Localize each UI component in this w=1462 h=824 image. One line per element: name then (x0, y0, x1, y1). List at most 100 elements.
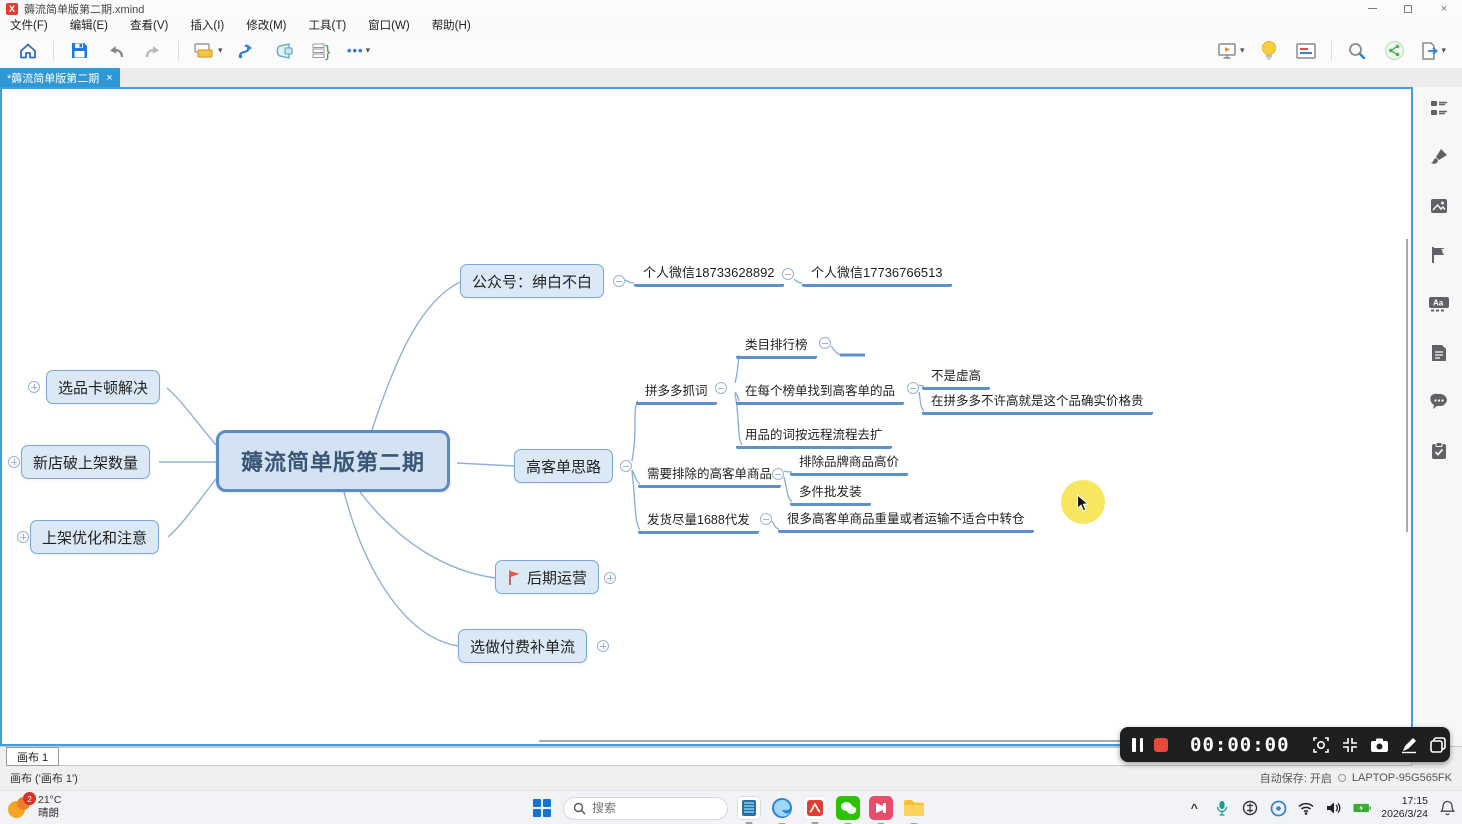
taskbar-search[interactable] (563, 797, 728, 820)
weather-widget[interactable]: 2 21°C 晴朗 (8, 794, 61, 820)
microphone-tray-icon[interactable] (1213, 799, 1231, 817)
redo-button[interactable] (141, 38, 165, 64)
tasks-panel-button[interactable] (1428, 440, 1450, 462)
collapse-toggle[interactable] (597, 640, 609, 652)
draw-button[interactable] (1400, 735, 1418, 755)
topic-left-2[interactable]: 新店破上架数量 (21, 445, 150, 479)
topic-1688-dropship[interactable]: 发货尽量1688代发 (638, 507, 759, 534)
topic-shape-button[interactable]: ▾ (192, 38, 223, 64)
menu-view[interactable]: 查看(V) (130, 17, 168, 33)
menu-file[interactable]: 文件(F) (10, 17, 48, 33)
volume-icon[interactable] (1325, 799, 1343, 817)
collapse-toggle[interactable] (715, 382, 727, 394)
ime-tray-icon[interactable] (1241, 799, 1259, 817)
menu-help[interactable]: 帮助(H) (432, 17, 471, 33)
wechat-icon[interactable] (836, 796, 860, 820)
topic-really-expensive[interactable]: 在拼多多不许高就是这个品确实价格贵 (922, 388, 1153, 415)
menu-insert[interactable]: 插入(I) (190, 17, 224, 33)
collapse-toggle[interactable] (782, 268, 794, 280)
collapse-toggle[interactable] (613, 275, 625, 287)
topic-left-3[interactable]: 上架优化和注意 (30, 520, 159, 554)
more-tools-button[interactable]: ••• ▾ (347, 38, 371, 64)
notes-app-icon[interactable] (737, 796, 761, 820)
tab-document[interactable]: *薅流简单版第二期 × (0, 68, 120, 87)
minimize-button[interactable] (1354, 0, 1390, 17)
topic-pdd-keywords[interactable]: 拼多多抓词 (636, 378, 717, 405)
collapse-toggle[interactable] (772, 468, 784, 480)
topic-bulk-pack[interactable]: 多件批发装 (790, 479, 871, 506)
search-input[interactable] (592, 801, 702, 815)
format-panel-button[interactable] (1428, 146, 1450, 168)
collapse-toggle[interactable] (907, 382, 919, 394)
video-app-icon[interactable] (869, 796, 893, 820)
timeline-panel-button[interactable] (1294, 38, 1318, 64)
search-button[interactable] (1345, 38, 1369, 64)
xmind-taskbar-icon[interactable] (803, 796, 827, 820)
topic-wechat-1[interactable]: 个人微信18733628892 (634, 260, 784, 287)
topic-exclude-brand[interactable]: 排除品牌商品高价 (790, 449, 908, 476)
collapse-toolbar-button[interactable] (1341, 735, 1359, 755)
menu-window[interactable]: 窗口(W) (368, 17, 410, 33)
comments-panel-button[interactable] (1428, 391, 1450, 413)
notification-bell-icon[interactable] (1438, 799, 1456, 817)
record-zoom-icon (1312, 736, 1330, 754)
notes-panel-button[interactable] (1428, 342, 1450, 364)
topic-not-inflated[interactable]: 不是虚高 (922, 363, 990, 390)
topic-wechat-account[interactable]: 公众号：绅白不白 (460, 264, 604, 298)
tab-close-icon[interactable]: × (106, 72, 112, 84)
file-explorer-icon[interactable] (902, 796, 926, 820)
presentation-button[interactable]: ▾ (1216, 38, 1245, 64)
export-button[interactable]: ▾ (1419, 38, 1446, 64)
topic-find-high-ticket[interactable]: 在每个榜单找到高客单的品 (736, 378, 904, 405)
collapse-toggle[interactable] (17, 531, 29, 543)
boundary-button[interactable] (273, 38, 297, 64)
topic-high-ticket[interactable]: 高客单思路 (514, 449, 613, 483)
zoom-record-button[interactable] (1312, 735, 1330, 755)
restore-button[interactable] (1390, 0, 1426, 17)
topic-later-operation[interactable]: 后期运营 (495, 560, 599, 594)
topic-paid-orders[interactable]: 选做付费补单流 (458, 629, 587, 663)
topic-exclude-products[interactable]: 需要排除的高客单商品 (638, 461, 781, 488)
menu-tools[interactable]: 工具(T) (308, 17, 346, 33)
window-select-button[interactable] (1429, 735, 1447, 755)
share-button[interactable] (1382, 38, 1406, 64)
idea-button[interactable] (1257, 38, 1281, 64)
topic-expand-keywords[interactable]: 用品的词按远程流程去扩 (736, 422, 892, 449)
marker-panel-button[interactable] (1428, 244, 1450, 266)
save-button[interactable] (67, 38, 91, 64)
wifi-icon[interactable] (1297, 799, 1315, 817)
topic-wechat-2[interactable]: 个人微信17736766513 (802, 260, 952, 287)
collapse-toggle[interactable] (819, 337, 831, 349)
collapse-toggle[interactable] (28, 381, 40, 393)
label-panel-button[interactable]: Aa (1428, 293, 1450, 315)
collapse-toggle[interactable] (760, 513, 772, 525)
app-ring-tray-icon[interactable] (1269, 799, 1287, 817)
collapse-toggle[interactable] (604, 572, 616, 584)
vertical-scrollbar[interactable] (1406, 239, 1408, 532)
tray-overflow-button[interactable]: ^ (1185, 799, 1203, 817)
relationship-button[interactable] (236, 38, 260, 64)
home-button[interactable] (16, 38, 40, 64)
collapse-toggle[interactable] (8, 456, 20, 468)
summary-button[interactable]: } (310, 38, 334, 64)
screenshot-button[interactable] (1370, 735, 1389, 755)
outline-panel-button[interactable] (1428, 97, 1450, 119)
undo-button[interactable] (104, 38, 128, 64)
sheet-tab-canvas1[interactable]: 画布 1 (6, 747, 59, 766)
taskbar-clock[interactable]: 17:15 2026/3/24 (1381, 795, 1428, 821)
close-button[interactable]: × (1426, 0, 1462, 17)
toolbar: ▾ } ••• ▾ ▾ (0, 33, 1462, 68)
menu-modify[interactable]: 修改(M) (246, 17, 286, 33)
menu-edit[interactable]: 编辑(E) (70, 17, 108, 33)
battery-icon[interactable] (1353, 799, 1371, 817)
start-button[interactable] (530, 796, 554, 820)
pause-recording-button[interactable] (1132, 735, 1143, 755)
topic-left-1[interactable]: 选品卡顿解决 (46, 370, 160, 404)
topic-heavy-goods[interactable]: 很多高客单商品重量或者运输不适合中转仓 (778, 506, 1034, 533)
collapse-toggle[interactable] (620, 460, 632, 472)
edge-browser-icon[interactable] (770, 796, 794, 820)
image-panel-button[interactable] (1428, 195, 1450, 217)
central-topic[interactable]: 薅流简单版第二期 (216, 430, 450, 492)
stop-recording-button[interactable] (1154, 735, 1168, 755)
topic-category-ranking[interactable]: 类目排行榜 (736, 332, 817, 359)
